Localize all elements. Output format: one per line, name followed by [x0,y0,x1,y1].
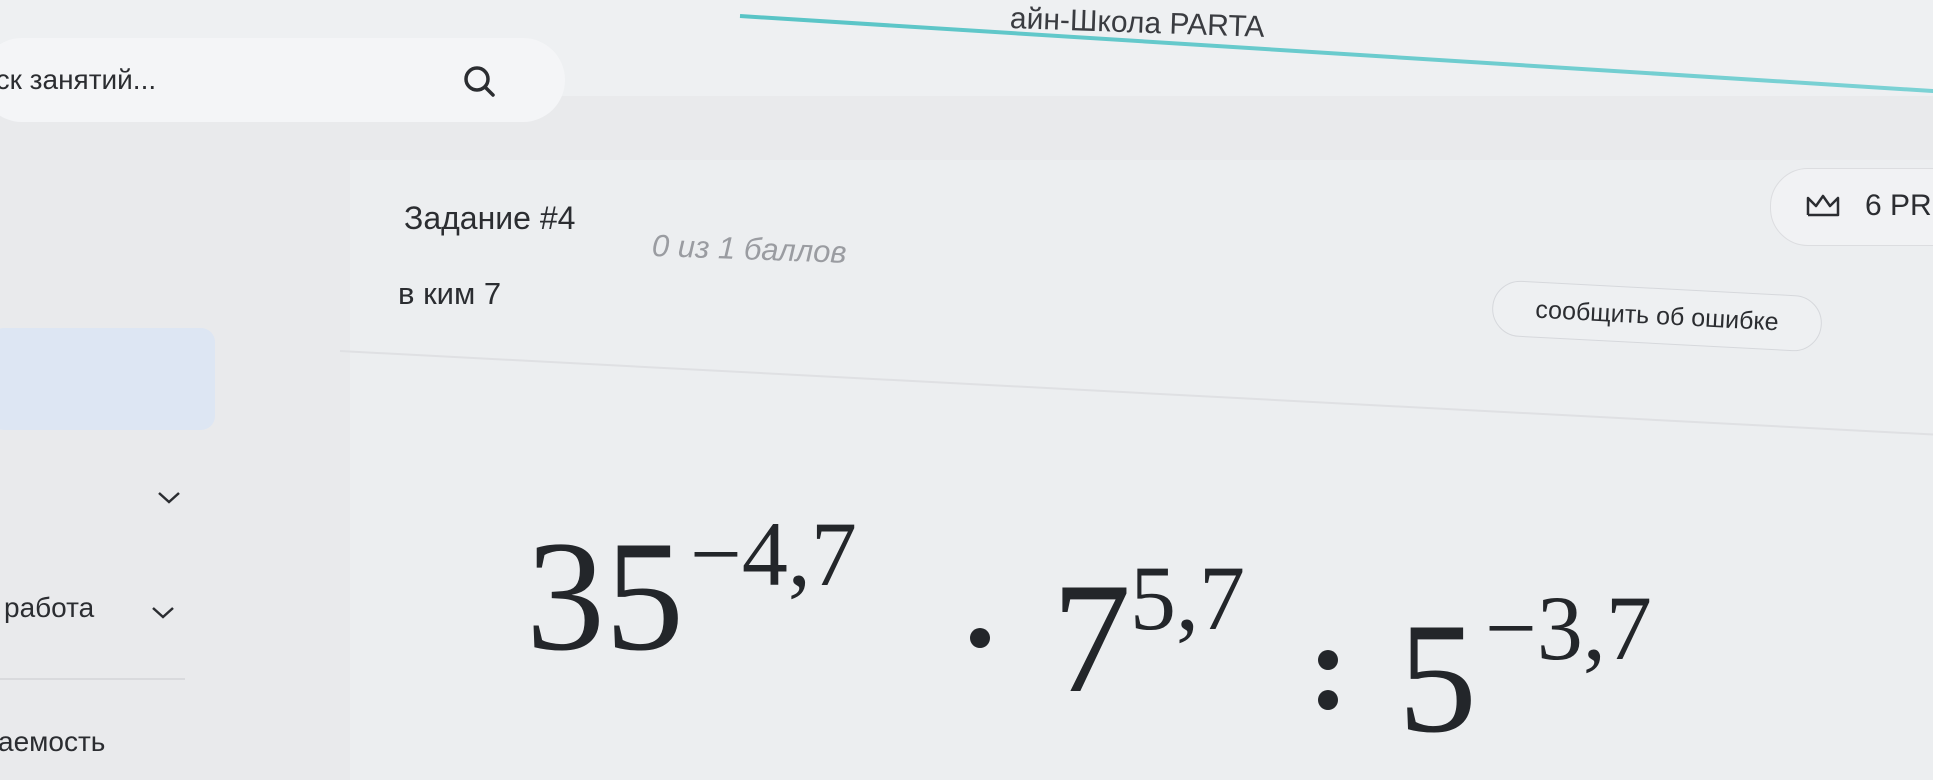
top-accent-line [739,14,1933,100]
chevron-down-icon[interactable] [156,490,182,506]
divide-dot-bottom [1318,690,1338,710]
divide-dot-top [1318,650,1338,670]
sidebar-item-label[interactable]: аемость [0,726,105,758]
sidebar-item-label[interactable]: работа [4,592,94,624]
term1-exponent: −4,7 [690,503,857,605]
task-score: 0 из 1 баллов [651,228,848,270]
term2-exponent: 5,7 [1130,547,1245,649]
crown-icon [1806,194,1840,217]
term3-exponent: −3,7 [1485,577,1652,679]
multiply-dot [970,628,990,648]
task-panel [350,160,1933,780]
lesson-search-box[interactable] [0,38,565,122]
sidebar-item-active[interactable] [0,328,215,430]
search-input[interactable] [0,60,440,100]
sidebar-divider [0,678,185,680]
app-title: айн-Школа PARTA [1009,2,1265,44]
task-subtitle: в ким 7 [398,276,502,311]
term3-base: 5 [1398,591,1477,766]
points-badge[interactable]: 6 PR [1770,168,1933,246]
search-icon[interactable] [458,60,502,104]
chevron-down-icon[interactable] [150,605,176,621]
points-label: 6 PR [1865,189,1932,222]
term2-base: 7 [1052,551,1131,726]
task-title: Задание #4 [404,200,576,236]
term1-base: 35 [526,509,684,684]
